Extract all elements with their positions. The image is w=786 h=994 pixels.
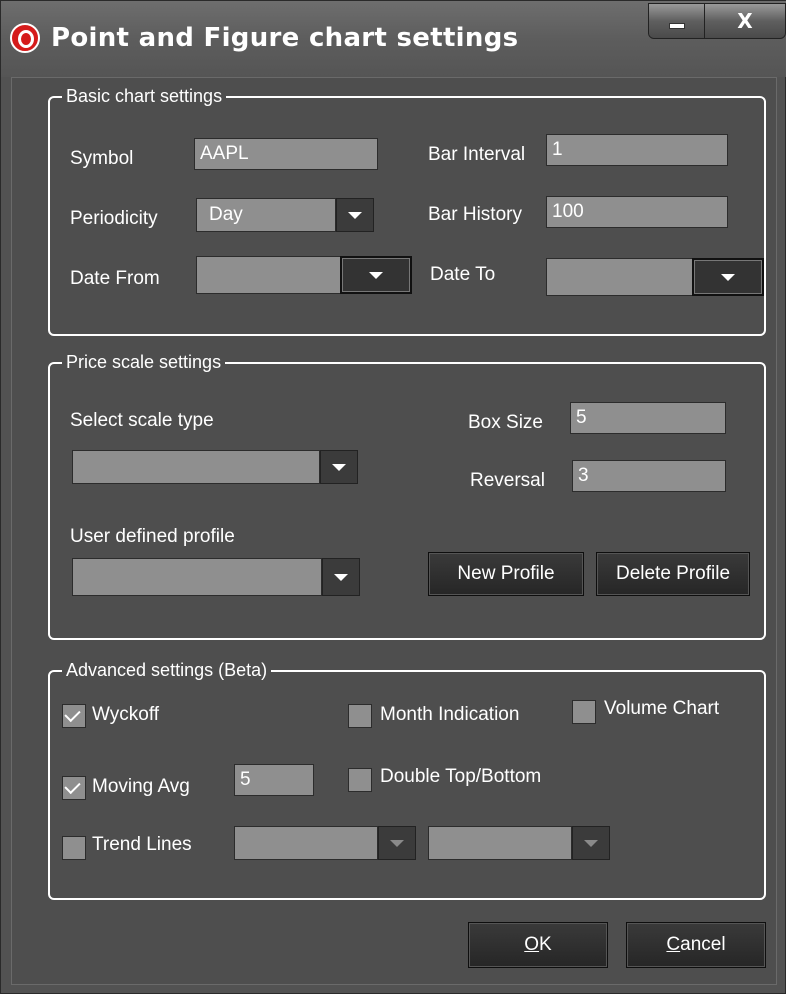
periodicity-dropdown[interactable]: Day [196, 198, 374, 232]
ok-button[interactable]: OK [468, 922, 608, 968]
delete-profile-button[interactable]: Delete Profile [596, 552, 750, 596]
symbol-input[interactable]: AAPL [194, 138, 378, 170]
trend-lines-value-2 [428, 826, 572, 860]
new-profile-button[interactable]: New Profile [428, 552, 584, 596]
ok-label: K [539, 934, 552, 955]
scale-type-label: Select scale type [70, 410, 214, 431]
trend-lines-dropdown-2[interactable] [428, 826, 610, 860]
moving-avg-checkbox[interactable] [62, 776, 86, 800]
box-size-label: Box Size [468, 412, 543, 433]
settings-dialog: Point and Figure chart settings X Basic … [0, 0, 786, 994]
trend-lines-value-1 [234, 826, 378, 860]
chevron-down-icon[interactable] [322, 558, 360, 596]
trend-lines-checkbox[interactable] [62, 836, 86, 860]
price-scale-legend: Price scale settings [62, 351, 226, 373]
moving-avg-input[interactable]: 5 [234, 764, 314, 796]
wyckoff-label[interactable]: Wyckoff [92, 704, 159, 726]
date-from-picker[interactable] [196, 256, 412, 294]
chevron-down-icon[interactable] [378, 826, 416, 860]
month-indication-label[interactable]: Month Indication [380, 704, 519, 726]
ok-mnemonic: O [524, 934, 540, 955]
date-from-label: Date From [70, 268, 160, 289]
symbol-label: Symbol [70, 148, 134, 169]
reversal-label: Reversal [470, 470, 545, 491]
date-to-label: Date To [430, 264, 496, 285]
month-indication-checkbox[interactable] [348, 704, 372, 728]
double-top-checkbox[interactable] [348, 768, 372, 792]
basic-settings-group: Basic chart settings Symbol AAPL Bar Int… [48, 85, 766, 336]
bar-interval-input[interactable]: 1 [546, 134, 728, 166]
periodicity-label: Periodicity [70, 208, 158, 229]
cancel-mnemonic: C [666, 934, 681, 955]
price-scale-group: Price scale settings Select scale type B… [48, 351, 766, 640]
close-icon: X [737, 9, 753, 33]
volume-chart-checkbox[interactable] [572, 700, 596, 724]
chevron-down-icon[interactable] [340, 256, 412, 294]
profile-dropdown[interactable] [72, 558, 360, 596]
chevron-down-icon[interactable] [692, 258, 764, 296]
chevron-down-icon[interactable] [320, 450, 358, 484]
profile-label: User defined profile [70, 526, 235, 547]
minimize-icon [668, 23, 685, 29]
bar-interval-label: Bar Interval [428, 144, 526, 165]
volume-chart-label[interactable]: Volume Chart [604, 698, 719, 720]
moving-avg-label[interactable]: Moving Avg [92, 776, 190, 798]
profile-value [72, 558, 322, 596]
chevron-down-icon[interactable] [336, 198, 374, 232]
window-title: Point and Figure chart settings [51, 23, 519, 53]
basic-settings-legend: Basic chart settings [62, 85, 227, 107]
periodicity-value: Day [196, 198, 336, 232]
trend-lines-label[interactable]: Trend Lines [92, 834, 192, 856]
advanced-settings-legend: Advanced settings (Beta) [62, 659, 272, 681]
box-size-input[interactable]: 5 [570, 402, 726, 434]
trend-lines-dropdown-1[interactable] [234, 826, 416, 860]
reversal-input[interactable]: 3 [572, 460, 726, 492]
bar-history-input[interactable]: 100 [546, 196, 728, 228]
close-button[interactable]: X [705, 4, 785, 38]
date-to-picker[interactable] [546, 258, 764, 296]
advanced-settings-group: Advanced settings (Beta) Wyckoff Month I… [48, 659, 766, 900]
dialog-body: Basic chart settings Symbol AAPL Bar Int… [11, 77, 777, 985]
cancel-button[interactable]: Cancel [626, 922, 766, 968]
cancel-label: ancel [680, 934, 726, 955]
scale-type-value [72, 450, 320, 484]
minimize-button[interactable] [649, 4, 705, 38]
scale-type-dropdown[interactable] [72, 450, 358, 484]
title-bar[interactable]: Point and Figure chart settings X [1, 1, 786, 77]
window-controls: X [648, 3, 786, 39]
app-logo-icon [10, 23, 40, 53]
chevron-down-icon[interactable] [572, 826, 610, 860]
double-top-label[interactable]: Double Top/Bottom [380, 766, 541, 788]
wyckoff-checkbox[interactable] [62, 704, 86, 728]
bar-history-label: Bar History [428, 204, 522, 225]
